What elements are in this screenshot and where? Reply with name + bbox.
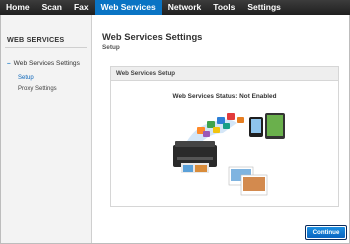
tab-settings[interactable]: Settings: [241, 0, 287, 15]
continue-button-focus-ring: Continue: [305, 225, 347, 240]
collapse-dash-icon: –: [7, 60, 11, 67]
tab-network[interactable]: Network: [162, 0, 208, 15]
sidebar: WEB SERVICES – Web Services Settings Set…: [1, 15, 92, 243]
page-frame: WEB SERVICES – Web Services Settings Set…: [0, 15, 350, 244]
printer-icon: [173, 141, 217, 173]
photo-print-icon: [228, 166, 268, 196]
continue-button[interactable]: Continue: [307, 227, 345, 238]
tab-web-services[interactable]: Web Services: [94, 0, 162, 15]
tab-home[interactable]: Home: [0, 0, 36, 15]
sidebar-section-web-services-settings[interactable]: – Web Services Settings: [7, 60, 80, 67]
tab-scan[interactable]: Scan: [36, 0, 68, 15]
sidebar-section-label: Web Services Settings: [13, 60, 80, 67]
tab-fax[interactable]: Fax: [68, 0, 95, 15]
tab-tools[interactable]: Tools: [207, 0, 241, 15]
sidebar-item-proxy-settings[interactable]: Proxy Settings: [18, 86, 57, 92]
smartphone-icon: [249, 117, 263, 137]
status-text: Web Services Status: Not Enabled: [172, 93, 277, 100]
web-services-setup-panel: Web Services Setup Web Services Status: …: [110, 66, 339, 207]
sidebar-title: WEB SERVICES: [7, 35, 65, 44]
sidebar-item-setup[interactable]: Setup: [18, 75, 34, 81]
web-services-illustration: [173, 113, 285, 196]
top-navigation-bar: Home Scan Fax Web Services Network Tools…: [0, 0, 350, 15]
sidebar-divider: [5, 47, 87, 48]
page-subtitle: Setup: [102, 44, 120, 51]
tablet-icon: [265, 113, 285, 139]
main-content: Web Services Settings Setup Web Services…: [93, 15, 349, 243]
page-title: Web Services Settings: [102, 31, 203, 42]
panel-header: Web Services Setup: [111, 67, 338, 81]
